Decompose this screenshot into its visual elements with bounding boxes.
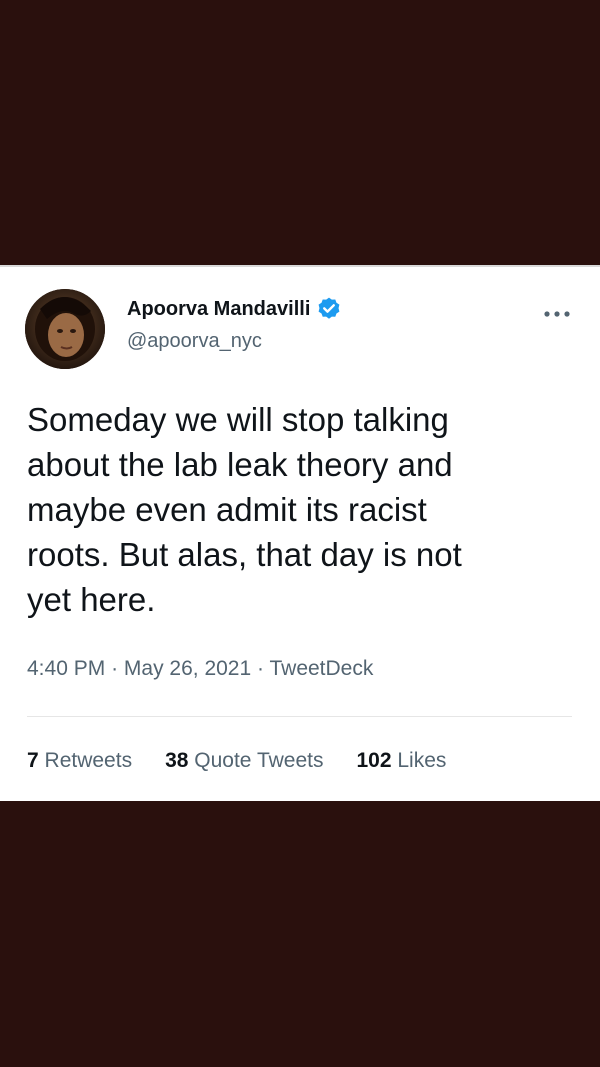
tweet-card: Apoorva Mandavilli @apoorva_nyc Someday … [0, 265, 600, 801]
tweet-stats: 7 Retweets 38 Quote Tweets 102 Likes [27, 748, 446, 774]
avatar[interactable] [25, 289, 105, 369]
likes-count: 102 [356, 749, 392, 772]
tweet-time[interactable]: 4:40 PM [27, 657, 105, 680]
more-options-icon[interactable] [544, 305, 570, 317]
display-name[interactable]: Apoorva Mandavilli [127, 297, 310, 321]
tweet-date[interactable]: May 26, 2021 [124, 657, 251, 680]
likes-label: Likes [397, 749, 447, 772]
divider [27, 716, 572, 717]
meta-separator: · [111, 657, 119, 680]
author-name-row: Apoorva Mandavilli [127, 296, 342, 322]
tweet-text: Someday we will stop talking about the l… [27, 401, 462, 618]
quote-tweets-stat[interactable]: 38 Quote Tweets [165, 748, 323, 774]
quote-tweets-count: 38 [165, 749, 189, 772]
retweets-label: Retweets [44, 749, 133, 772]
author-handle[interactable]: @apoorva_nyc [127, 329, 262, 353]
likes-stat[interactable]: 102 Likes [356, 748, 446, 774]
verified-badge-icon [316, 296, 342, 322]
tweet-meta: 4:40 PM · May 26, 2021 · TweetDeck [27, 656, 373, 682]
retweets-stat[interactable]: 7 Retweets [27, 748, 132, 774]
retweets-count: 7 [27, 749, 39, 772]
tweet-source[interactable]: TweetDeck [269, 657, 373, 680]
quote-tweets-label: Quote Tweets [194, 749, 324, 772]
avatar-image [25, 289, 105, 369]
meta-separator: · [257, 657, 265, 680]
